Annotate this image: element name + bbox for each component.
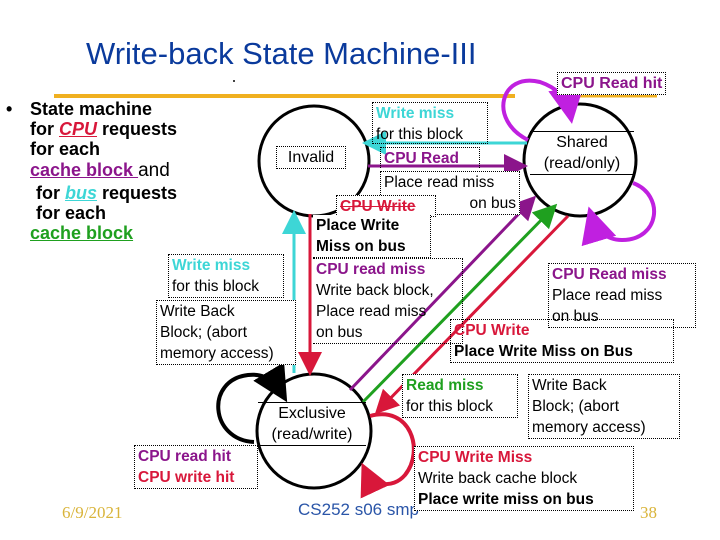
place-write-miss-on-bus-text-2: Place write miss on bus [418,491,594,508]
label-exclusive-cpu-read-miss: CPU read miss Write back block, Place re… [313,258,463,344]
read-miss-detail-text: for this block [406,398,494,415]
write-miss-detail-text-2: for this block [172,278,260,295]
block-abort-text-2: Block; (abort [532,398,620,415]
block-abort-text: Block; (abort [160,324,248,341]
footer-date: 6/9/2021 [62,503,123,522]
memory-access-text-2: memory access) [532,419,646,436]
label-exclusive-cpu-write-miss: CPU Write Miss Write back cache block Pl… [414,446,634,511]
memory-access-text: memory access) [160,345,274,362]
label-exclusive-read-miss-write-back: Write Back Block; (abort memory access) [528,374,680,439]
miss-on-bus-text: Miss on bus [316,238,406,255]
text-for-bus: for [36,183,65,203]
bullet-line-6: for each [36,203,107,223]
cpu-write-hit-text: CPU write hit [138,469,235,486]
bullet-line-4: cache block and [30,160,170,182]
label-invalid-cpu-write-action: Place Write Miss on bus [313,215,431,258]
cpu-read-event-text: CPU Read [384,150,459,167]
cpu-write-miss-event-text: CPU Write Miss [418,449,533,466]
footer-course: CS252 s06 smp [298,500,419,519]
bullet-line-7: cache block [30,223,133,244]
text-and: and [138,160,170,181]
bullet-list: • State machine for CPU requests for eac… [6,99,236,249]
footer-page-number: 38 [640,503,657,522]
loop-exclusive-cpu-write-miss [360,412,416,499]
cache-block-link-purple[interactable]: cache block [30,160,138,180]
title-dot [233,80,235,82]
on-bus-text-2: on bus [316,324,363,341]
write-back-text-2: Write Back [532,377,607,394]
shared-text: Shared [556,134,608,151]
place-read-miss-text: Place read miss [384,174,495,191]
place-write-miss-on-bus-text: Place Write Miss on Bus [454,343,633,360]
cpu-read-hit-text-2: CPU read hit [138,448,232,465]
label-invalid-cpu-read: CPU Read [380,147,480,168]
label-invalid-cpu-write: CPU Write [336,195,436,217]
invalid-text: Invalid [287,149,335,166]
cpu-link[interactable]: CPU [59,119,97,139]
shared-state-label: Shared (read/only) [530,131,634,175]
label-exclusive-write-miss: Write miss for this block [168,254,284,298]
label-exclusive-write-back: Write Back Block; (abort memory access) [156,300,296,365]
text-for: for [30,119,59,139]
exclusive-sub-text: (read/write) [271,426,353,443]
label-shared-write-miss: Write miss for this block [372,102,488,144]
bus-link[interactable]: bus [65,183,97,203]
exclusive-text: Exclusive [278,405,346,422]
cache-block-link-green[interactable]: cache block [30,223,133,243]
cpu-write-event-text: CPU Write [340,198,416,215]
shared-sub-text: (read/only) [543,155,621,172]
label-cpu-read-hit: CPU Read hit [557,72,667,95]
write-back-block-text: Write back block, [316,282,434,299]
text-bus-requests: requests [97,183,178,203]
write-miss-detail-text: for this block [376,126,464,143]
cpu-read-miss-event-text: CPU read miss [316,261,426,278]
bullet-line-2: for CPU requests [30,119,177,140]
cpu-read-hit-text: CPU Read hit [561,75,663,92]
cpu-read-miss-event-text-2: CPU Read miss [552,266,667,283]
write-back-cache-block-text: Write back cache block [418,470,578,487]
bullet-line-5: for bus requests [36,183,177,204]
place-read-miss-text-3: Place read miss [552,287,663,304]
invalid-state-label: Invalid [276,146,346,169]
bullet-line-3: for each [30,139,101,159]
place-read-miss-text-2: Place read miss [316,303,427,320]
bullet-glyph: • [6,99,13,119]
slide-title: Write-back State Machine-III [86,36,477,71]
text-requests: requests [97,119,178,139]
label-exclusive-read-miss: Read miss for this block [402,374,518,418]
write-miss-event-text-2: Write miss [172,257,251,274]
write-back-text: Write Back [160,303,235,320]
bullet-line-1: State machine [30,99,153,119]
label-shared-cpu-write: CPU Write Place Write Miss on Bus [450,319,674,363]
cpu-write-event-text-2: CPU Write [454,322,530,339]
exclusive-state-label: Exclusive (read/write) [258,402,366,446]
label-exclusive-hits: CPU read hit CPU write hit [134,445,258,489]
write-miss-event-text: Write miss [376,105,455,122]
place-write-text: Place Write [316,217,400,234]
read-miss-event-text: Read miss [406,377,484,394]
